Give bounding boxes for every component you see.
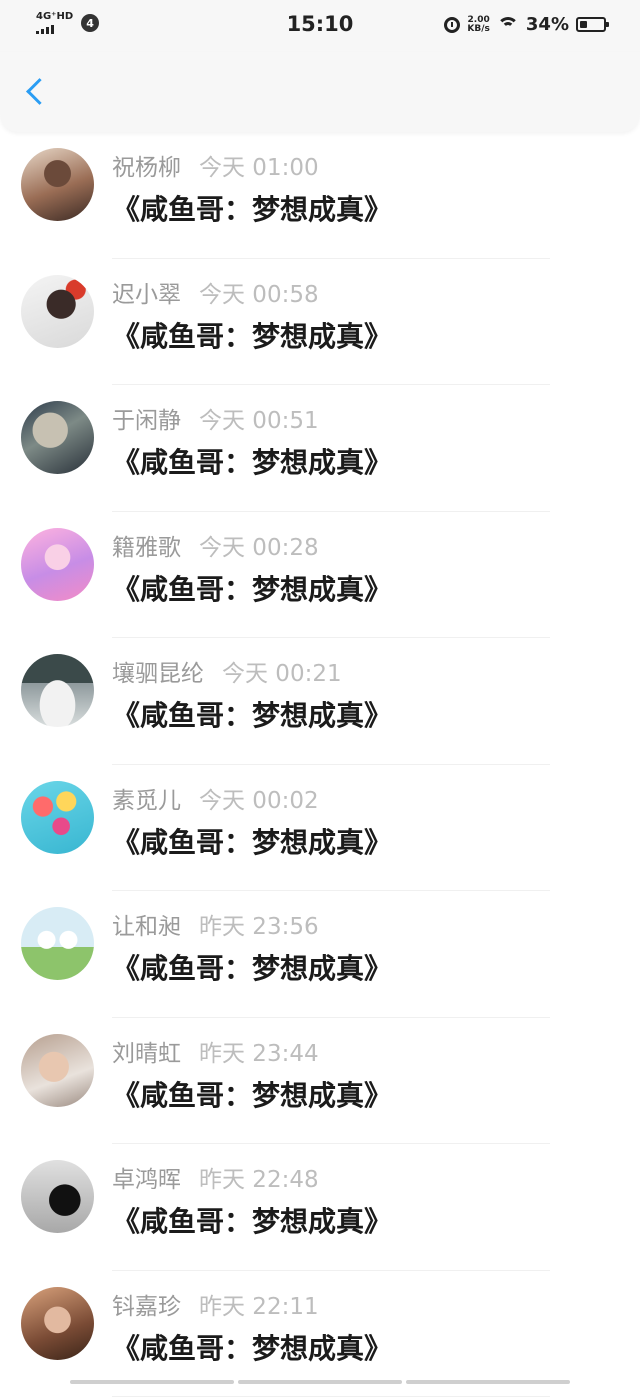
list-item[interactable]: 卓鸿晖 昨天 22:48 《咸鱼哥：梦想成真》 <box>0 1144 640 1271</box>
message-text[interactable]: 《咸鱼哥：梦想成真》 <box>112 441 392 481</box>
avatar[interactable] <box>21 275 94 348</box>
user-name[interactable]: 素觅儿 <box>112 781 181 815</box>
name-row: 刘晴虹 昨天 23:44 <box>112 1034 319 1068</box>
message-text[interactable]: 《咸鱼哥：梦想成真》 <box>112 947 392 987</box>
list-item[interactable]: 素觅儿 今天 00:02 《咸鱼哥：梦想成真》 <box>0 765 640 892</box>
name-row: 于闲静 今天 00:51 <box>112 401 319 435</box>
avatar[interactable] <box>21 1287 94 1360</box>
user-name[interactable]: 迟小翠 <box>112 275 181 309</box>
avatar[interactable] <box>21 528 94 601</box>
message-text[interactable]: 《咸鱼哥：梦想成真》 <box>112 821 392 861</box>
user-name[interactable]: 卓鸿晖 <box>112 1160 181 1194</box>
user-name[interactable]: 钭嘉珍 <box>112 1287 181 1321</box>
message-text[interactable]: 《咸鱼哥：梦想成真》 <box>112 694 392 734</box>
user-name[interactable]: 刘晴虹 <box>112 1034 181 1068</box>
back-button[interactable] <box>20 74 52 114</box>
status-left: 4G⁺HD 4 <box>36 12 99 34</box>
avatar[interactable] <box>21 781 94 854</box>
user-name[interactable]: 于闲静 <box>112 401 181 435</box>
network-type: 4G⁺HD <box>36 12 73 22</box>
timestamp: 今天 00:51 <box>199 401 319 435</box>
message-text[interactable]: 《咸鱼哥：梦想成真》 <box>112 1200 392 1240</box>
avatar[interactable] <box>21 1034 94 1107</box>
user-name[interactable]: 籍雅歌 <box>112 528 181 562</box>
timestamp: 今天 01:00 <box>199 148 319 182</box>
battery-level-fill <box>580 21 587 28</box>
timestamp: 今天 00:58 <box>199 275 319 309</box>
list-item[interactable]: 迟小翠 今天 00:58 《咸鱼哥：梦想成真》 <box>0 259 640 386</box>
timestamp: 今天 00:21 <box>222 654 342 688</box>
list-item[interactable]: 于闲静 今天 00:51 《咸鱼哥：梦想成真》 <box>0 385 640 512</box>
battery-icon <box>576 17 606 32</box>
list-item[interactable]: 刘晴虹 昨天 23:44 《咸鱼哥：梦想成真》 <box>0 1018 640 1145</box>
message-text[interactable]: 《咸鱼哥：梦想成真》 <box>112 1327 392 1367</box>
avatar[interactable] <box>21 1160 94 1233</box>
timestamp: 昨天 23:44 <box>199 1034 319 1068</box>
notification-count-badge: 4 <box>81 14 99 32</box>
timestamp: 今天 00:02 <box>199 781 319 815</box>
timestamp: 昨天 22:48 <box>199 1160 319 1194</box>
avatar[interactable] <box>21 654 94 727</box>
network-speed-unit: KB/s <box>467 25 489 34</box>
signal-icon <box>36 24 73 34</box>
battery-percent: 34% <box>526 14 569 35</box>
name-row: 迟小翠 今天 00:58 <box>112 275 319 309</box>
network-speed: 2.00 KB/s <box>467 16 489 34</box>
message-text[interactable]: 《咸鱼哥：梦想成真》 <box>112 568 392 608</box>
status-bar: 4G⁺HD 4 15:10 2.00 KB/s 34% <box>0 0 640 52</box>
user-name[interactable]: 让和昶 <box>112 907 181 941</box>
message-text[interactable]: 《咸鱼哥：梦想成真》 <box>112 1074 392 1114</box>
name-row: 壤驷昆纶 今天 00:21 <box>112 654 342 688</box>
list-item[interactable]: 祝杨柳 今天 01:00 《咸鱼哥：梦想成真》 <box>0 132 640 259</box>
chevron-left-icon <box>26 78 53 105</box>
list-item[interactable]: 让和昶 昨天 23:56 《咸鱼哥：梦想成真》 <box>0 891 640 1018</box>
status-right: 2.00 KB/s 34% <box>444 14 606 35</box>
bottom-fade-divider <box>70 1380 570 1384</box>
message-list: 祝杨柳 今天 01:00 《咸鱼哥：梦想成真》 迟小翠 今天 00:58 《咸鱼… <box>0 132 640 1397</box>
navigation-bar <box>0 52 640 132</box>
list-item[interactable]: 壤驷昆纶 今天 00:21 《咸鱼哥：梦想成真》 <box>0 638 640 765</box>
timestamp: 昨天 22:11 <box>199 1287 319 1321</box>
timestamp: 今天 00:28 <box>199 528 319 562</box>
avatar[interactable] <box>21 401 94 474</box>
name-row: 卓鸿晖 昨天 22:48 <box>112 1160 319 1194</box>
list-item[interactable]: 籍雅歌 今天 00:28 《咸鱼哥：梦想成真》 <box>0 512 640 639</box>
name-row: 籍雅歌 今天 00:28 <box>112 528 319 562</box>
user-name[interactable]: 壤驷昆纶 <box>112 654 204 688</box>
timestamp: 昨天 23:56 <box>199 907 319 941</box>
avatar[interactable] <box>21 907 94 980</box>
name-row: 让和昶 昨天 23:56 <box>112 907 319 941</box>
name-row: 祝杨柳 今天 01:00 <box>112 148 319 182</box>
alarm-icon <box>444 17 460 33</box>
user-name[interactable]: 祝杨柳 <box>112 148 181 182</box>
name-row: 素觅儿 今天 00:02 <box>112 781 319 815</box>
message-text[interactable]: 《咸鱼哥：梦想成真》 <box>112 188 392 228</box>
network-indicator: 4G⁺HD <box>36 12 73 34</box>
list-item[interactable]: 钭嘉珍 昨天 22:11 《咸鱼哥：梦想成真》 <box>0 1271 640 1397</box>
message-text[interactable]: 《咸鱼哥：梦想成真》 <box>112 315 392 355</box>
avatar[interactable] <box>21 148 94 221</box>
wifi-icon <box>497 17 519 33</box>
name-row: 钭嘉珍 昨天 22:11 <box>112 1287 319 1321</box>
